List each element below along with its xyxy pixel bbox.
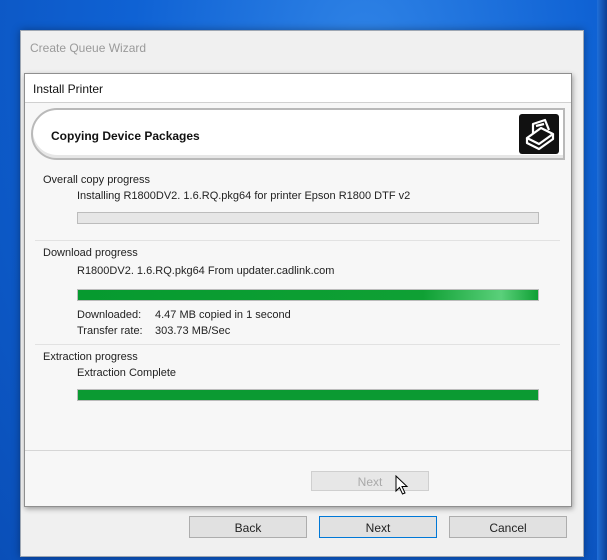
transfer-rate-label: Transfer rate: xyxy=(77,325,143,337)
step-banner: Copying Device Packages xyxy=(31,108,565,160)
install-printer-dialog: Install Printer Copying Device Packages … xyxy=(24,73,572,507)
download-progress-bar xyxy=(77,289,539,301)
desktop-edge xyxy=(597,0,607,560)
printer-icon xyxy=(519,114,559,154)
dialog-next-button[interactable]: Next xyxy=(311,471,429,491)
dialog-titlebar: Install Printer xyxy=(25,74,571,103)
downloaded-row: Downloaded: 4.47 MB copied in 1 second xyxy=(77,309,291,321)
download-progress-section: Download progress R1800DV2. 1.6.RQ.pkg64… xyxy=(35,240,560,342)
transfer-rate-row: Transfer rate: 303.73 MB/Sec xyxy=(77,325,230,337)
overall-progress-section: Overall copy progress Installing R1800DV… xyxy=(35,168,560,238)
footer-divider xyxy=(25,450,571,451)
extraction-progress-bar xyxy=(77,389,539,401)
step-title: Copying Device Packages xyxy=(51,129,200,143)
dialog-title: Install Printer xyxy=(33,82,104,96)
overall-status: Installing R1800DV2. 1.6.RQ.pkg64 for pr… xyxy=(77,190,411,202)
wizard-title: Create Queue Wizard xyxy=(30,41,147,55)
overall-progress-bar xyxy=(77,212,539,224)
next-button[interactable]: Next xyxy=(319,516,437,538)
transfer-rate-value: 303.73 MB/Sec xyxy=(155,325,231,337)
downloaded-label: Downloaded: xyxy=(77,309,142,321)
download-progress-title: Download progress xyxy=(43,247,138,259)
extraction-progress-title: Extraction progress xyxy=(43,351,138,363)
extraction-status: Extraction Complete xyxy=(77,367,177,379)
extraction-progress-fill xyxy=(78,390,538,400)
download-progress-fill xyxy=(78,290,538,300)
back-button[interactable]: Back xyxy=(189,516,307,538)
downloaded-value: 4.47 MB copied in 1 second xyxy=(155,309,291,321)
mouse-cursor-icon xyxy=(395,475,409,495)
overall-progress-title: Overall copy progress xyxy=(43,174,150,186)
download-status: R1800DV2. 1.6.RQ.pkg64 From updater.cadl… xyxy=(77,265,335,277)
cancel-button[interactable]: Cancel xyxy=(449,516,567,538)
extraction-progress-section: Extraction progress Extraction Complete xyxy=(35,344,560,414)
